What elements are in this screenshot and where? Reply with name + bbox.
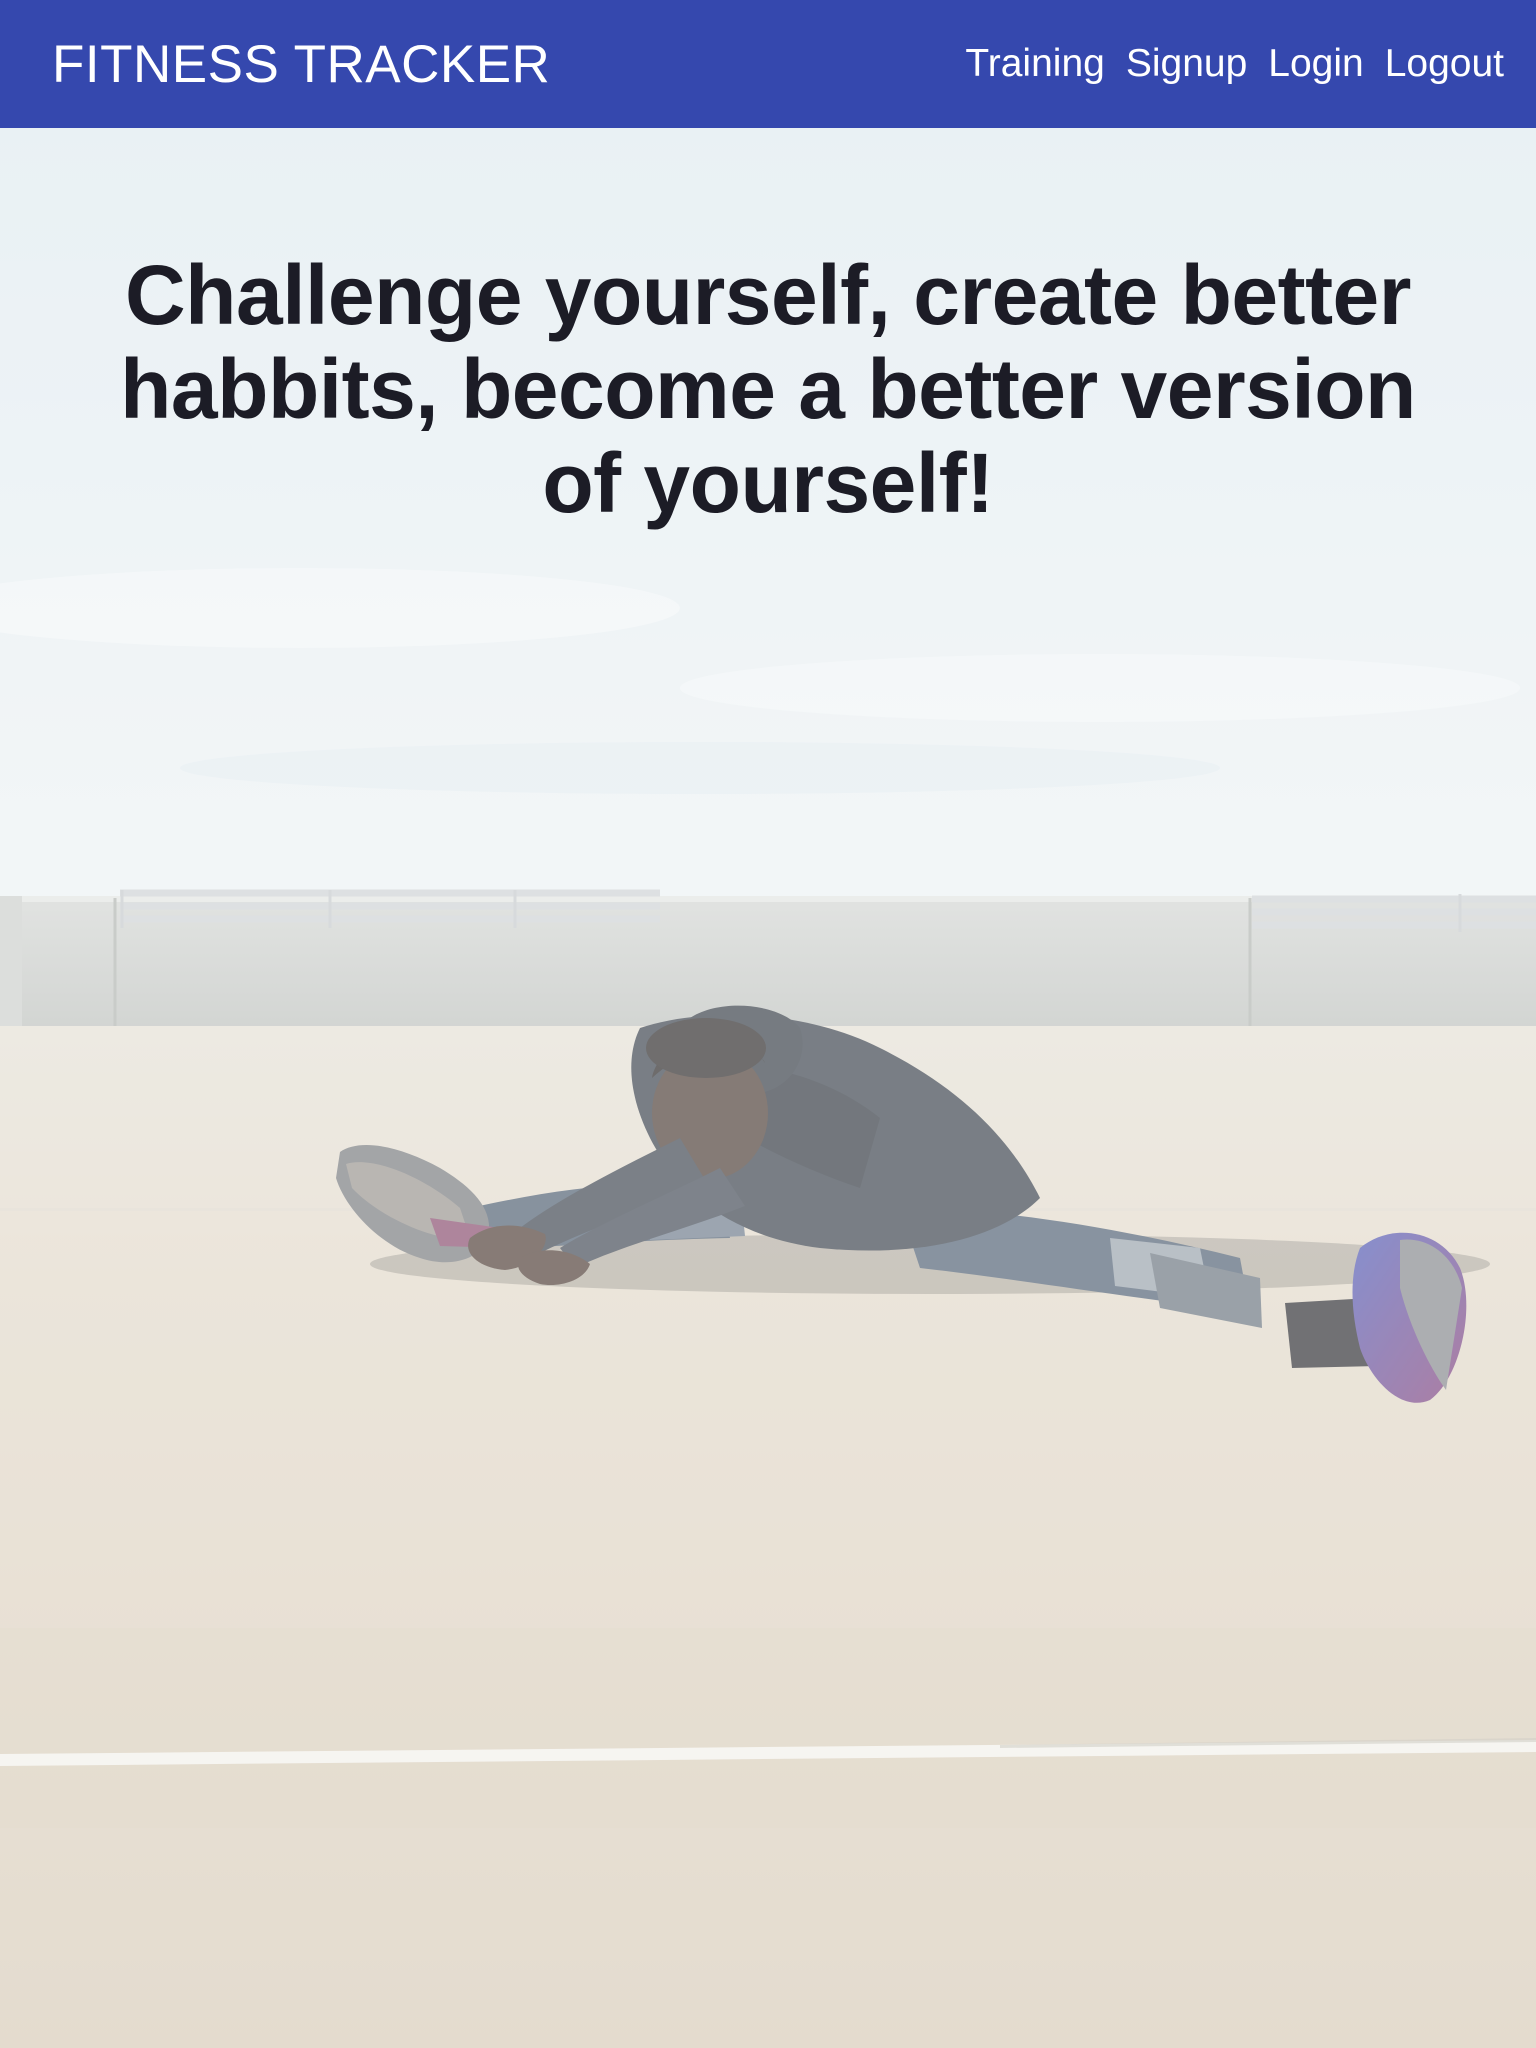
main-nav: Training Signup Login Logout xyxy=(944,42,1504,86)
nav-link-login[interactable]: Login xyxy=(1268,42,1363,86)
hero-headline: Challenge yourself, create better habbit… xyxy=(120,248,1416,530)
nav-link-training[interactable]: Training xyxy=(965,42,1104,86)
top-toolbar: FITNESS TRACKER Training Signup Login Lo… xyxy=(0,0,1536,128)
nav-link-logout[interactable]: Logout xyxy=(1385,42,1504,86)
page: FITNESS TRACKER Training Signup Login Lo… xyxy=(0,0,1536,2048)
brand-link[interactable]: FITNESS TRACKER xyxy=(52,34,550,95)
nav-link-signup[interactable]: Signup xyxy=(1126,42,1247,86)
hero-section: Challenge yourself, create better habbit… xyxy=(0,128,1536,2048)
